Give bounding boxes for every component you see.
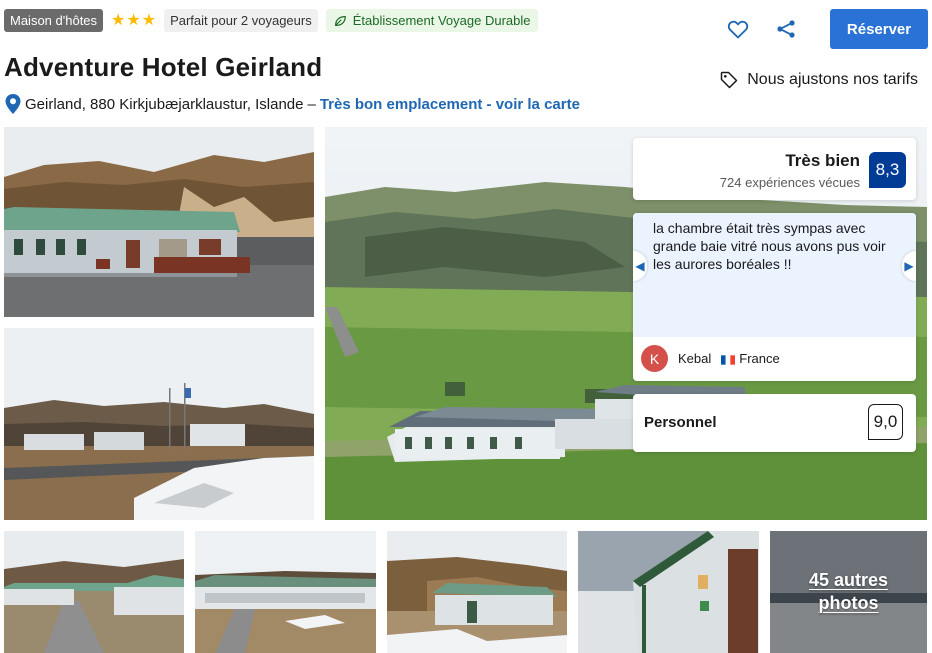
share-button[interactable] bbox=[768, 11, 804, 47]
address-text: Geirland, 880 Kirkjubæjarklaustur, Islan… bbox=[25, 95, 304, 113]
header-actions: Réserver bbox=[720, 9, 928, 49]
leaf-icon bbox=[334, 15, 346, 26]
staff-score: 9,0 bbox=[868, 404, 903, 440]
star-rating: ★ ★ ★ bbox=[111, 11, 157, 29]
photo-hotel-front[interactable] bbox=[4, 127, 314, 317]
thumbnail-photo[interactable] bbox=[195, 531, 376, 653]
staff-score-card[interactable]: Personnel 9,0 bbox=[633, 394, 916, 452]
top-badges: Maison d'hôtes ★ ★ ★ Parfait pour 2 voya… bbox=[4, 9, 538, 32]
address-line: Geirland, 880 Kirkjubæjarklaustur, Islan… bbox=[4, 93, 580, 115]
thumbnail-photo[interactable] bbox=[387, 531, 567, 653]
star-icon: ★ bbox=[141, 11, 157, 29]
share-icon bbox=[777, 20, 795, 38]
eco-badge[interactable]: Établissement Voyage Durable bbox=[325, 9, 538, 32]
favorite-button[interactable] bbox=[720, 11, 756, 47]
chevron-right-icon: ▶ bbox=[904, 259, 914, 273]
reviewer-name: Kebal bbox=[678, 351, 712, 366]
rating-card[interactable]: Très bien 724 expériences vécues 8,3 bbox=[633, 138, 916, 200]
reviewer-info: K Kebal France bbox=[641, 345, 780, 372]
property-type-badge: Maison d'hôtes bbox=[4, 9, 104, 32]
thumbnail-photo[interactable] bbox=[4, 531, 184, 653]
guest-review-card: la chambre était très sympas avec grande… bbox=[633, 213, 916, 381]
staff-label: Personnel bbox=[644, 414, 717, 431]
france-flag-icon bbox=[721, 354, 736, 365]
chevron-left-icon: ◀ bbox=[635, 259, 645, 273]
price-tag-icon bbox=[721, 71, 738, 89]
reviewer-avatar: K bbox=[641, 345, 668, 372]
price-note-label: Nous ajustons nos tarifs bbox=[747, 71, 918, 88]
heart-icon bbox=[727, 20, 749, 39]
reviewer-country: France bbox=[721, 351, 780, 366]
address-separator: – bbox=[307, 95, 316, 113]
review-text: la chambre était très sympas avec grande… bbox=[653, 220, 886, 272]
review-count: 724 expériences vécues bbox=[719, 175, 860, 190]
star-icon: ★ bbox=[111, 11, 126, 29]
more-photos-tile[interactable]: 45 autres photos bbox=[770, 531, 927, 653]
review-quote-area: la chambre était très sympas avec grande… bbox=[633, 213, 916, 337]
location-pin-icon bbox=[5, 94, 21, 114]
location-map-link[interactable]: Très bon emplacement - voir la carte bbox=[320, 96, 580, 113]
more-photos-count: 45 autres bbox=[808, 569, 889, 590]
reserve-button[interactable]: Réserver bbox=[830, 9, 928, 49]
more-photos-label: photos bbox=[818, 593, 879, 613]
price-match-note[interactable]: Nous ajustons nos tarifs bbox=[719, 70, 918, 90]
photo-hotel-flagpole[interactable] bbox=[4, 328, 314, 520]
guests-badge: Parfait pour 2 voyageurs bbox=[164, 9, 318, 32]
thumbnail-photo[interactable] bbox=[578, 531, 759, 653]
eco-badge-label: Établissement Voyage Durable bbox=[352, 13, 531, 28]
more-photos-overlay: 45 autres photos bbox=[770, 531, 927, 653]
rating-score-badge: 8,3 bbox=[869, 152, 906, 188]
star-icon: ★ bbox=[126, 11, 141, 29]
rating-word: Très bien bbox=[785, 151, 860, 170]
reviewer-country-label: France bbox=[739, 351, 780, 366]
hotel-name: Adventure Hotel Geirland bbox=[4, 52, 323, 82]
